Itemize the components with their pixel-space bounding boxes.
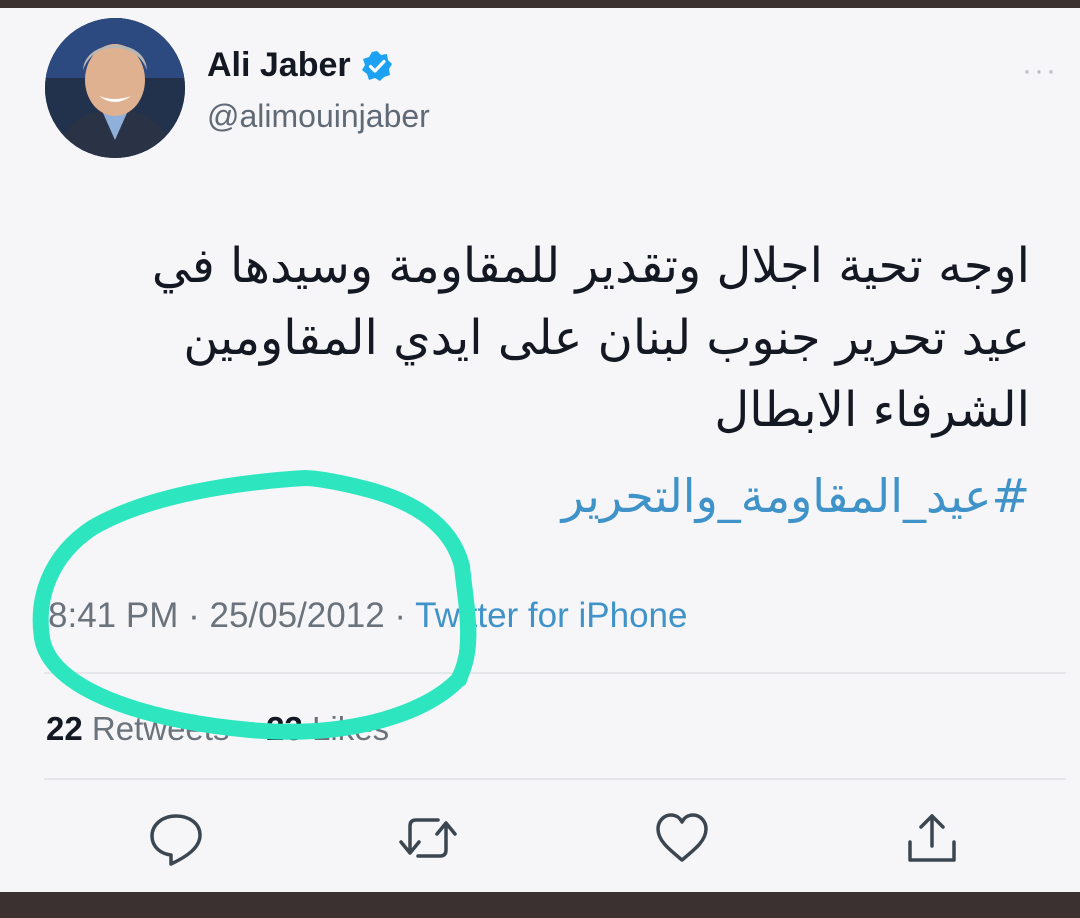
retweets-label: Retweets	[91, 710, 230, 747]
likes-label: Likes	[312, 710, 390, 747]
avatar[interactable]	[45, 18, 185, 158]
tweet-text: اوجه تحية اجلال وتقدير للمقاومة وسيدها ف…	[70, 230, 1030, 446]
divider	[44, 778, 1066, 780]
author-handle[interactable]: @alimouinjaber	[207, 98, 430, 135]
verified-badge-icon	[361, 50, 393, 82]
action-bar	[0, 808, 1080, 878]
tweet-text-line: عيد تحرير جنوب لبنان على ايدي المقاومين	[183, 310, 1030, 366]
divider	[44, 672, 1066, 674]
tweet-text-line: اوجه تحية اجلال وتقدير للمقاومة وسيدها ف…	[151, 238, 1030, 294]
likes-count: 23	[266, 710, 303, 747]
tweet-time[interactable]: 8:41 PM	[48, 596, 178, 635]
reply-icon[interactable]	[146, 808, 206, 868]
tweet-source-link[interactable]: Twitter for iPhone	[415, 596, 687, 635]
more-options-icon[interactable]: ···	[1022, 56, 1058, 86]
highlight-circle-annotation	[32, 470, 477, 740]
meta-separator: ·	[394, 596, 407, 635]
engagement-counts: 22 Retweets 23 Likes	[46, 710, 389, 748]
avatar-photo	[45, 18, 185, 158]
tweet-text-line: الشرفاء الابطال	[714, 382, 1030, 438]
tweet-meta: 8:41 PM · 25/05/2012 · Twitter for iPhon…	[48, 596, 687, 636]
author-name-row[interactable]: Ali Jaber	[207, 46, 393, 85]
tweet-screenshot: Ali Jaber @alimouinjaber ··· اوجه تحية ا…	[0, 0, 1080, 918]
author-name[interactable]: Ali Jaber	[207, 46, 351, 85]
meta-separator: ·	[188, 596, 200, 635]
like-icon[interactable]	[652, 808, 712, 868]
retweets-count: 22	[46, 710, 83, 747]
retweet-icon[interactable]	[398, 808, 458, 868]
retweets-stat[interactable]: 22 Retweets	[46, 710, 229, 747]
hashtag-link[interactable]: #عيد_المقاومة_والتحرير	[70, 466, 1030, 526]
share-icon[interactable]	[902, 808, 962, 868]
tweet-date[interactable]: 25/05/2012	[209, 596, 384, 635]
likes-stat[interactable]: 23 Likes	[266, 710, 389, 747]
